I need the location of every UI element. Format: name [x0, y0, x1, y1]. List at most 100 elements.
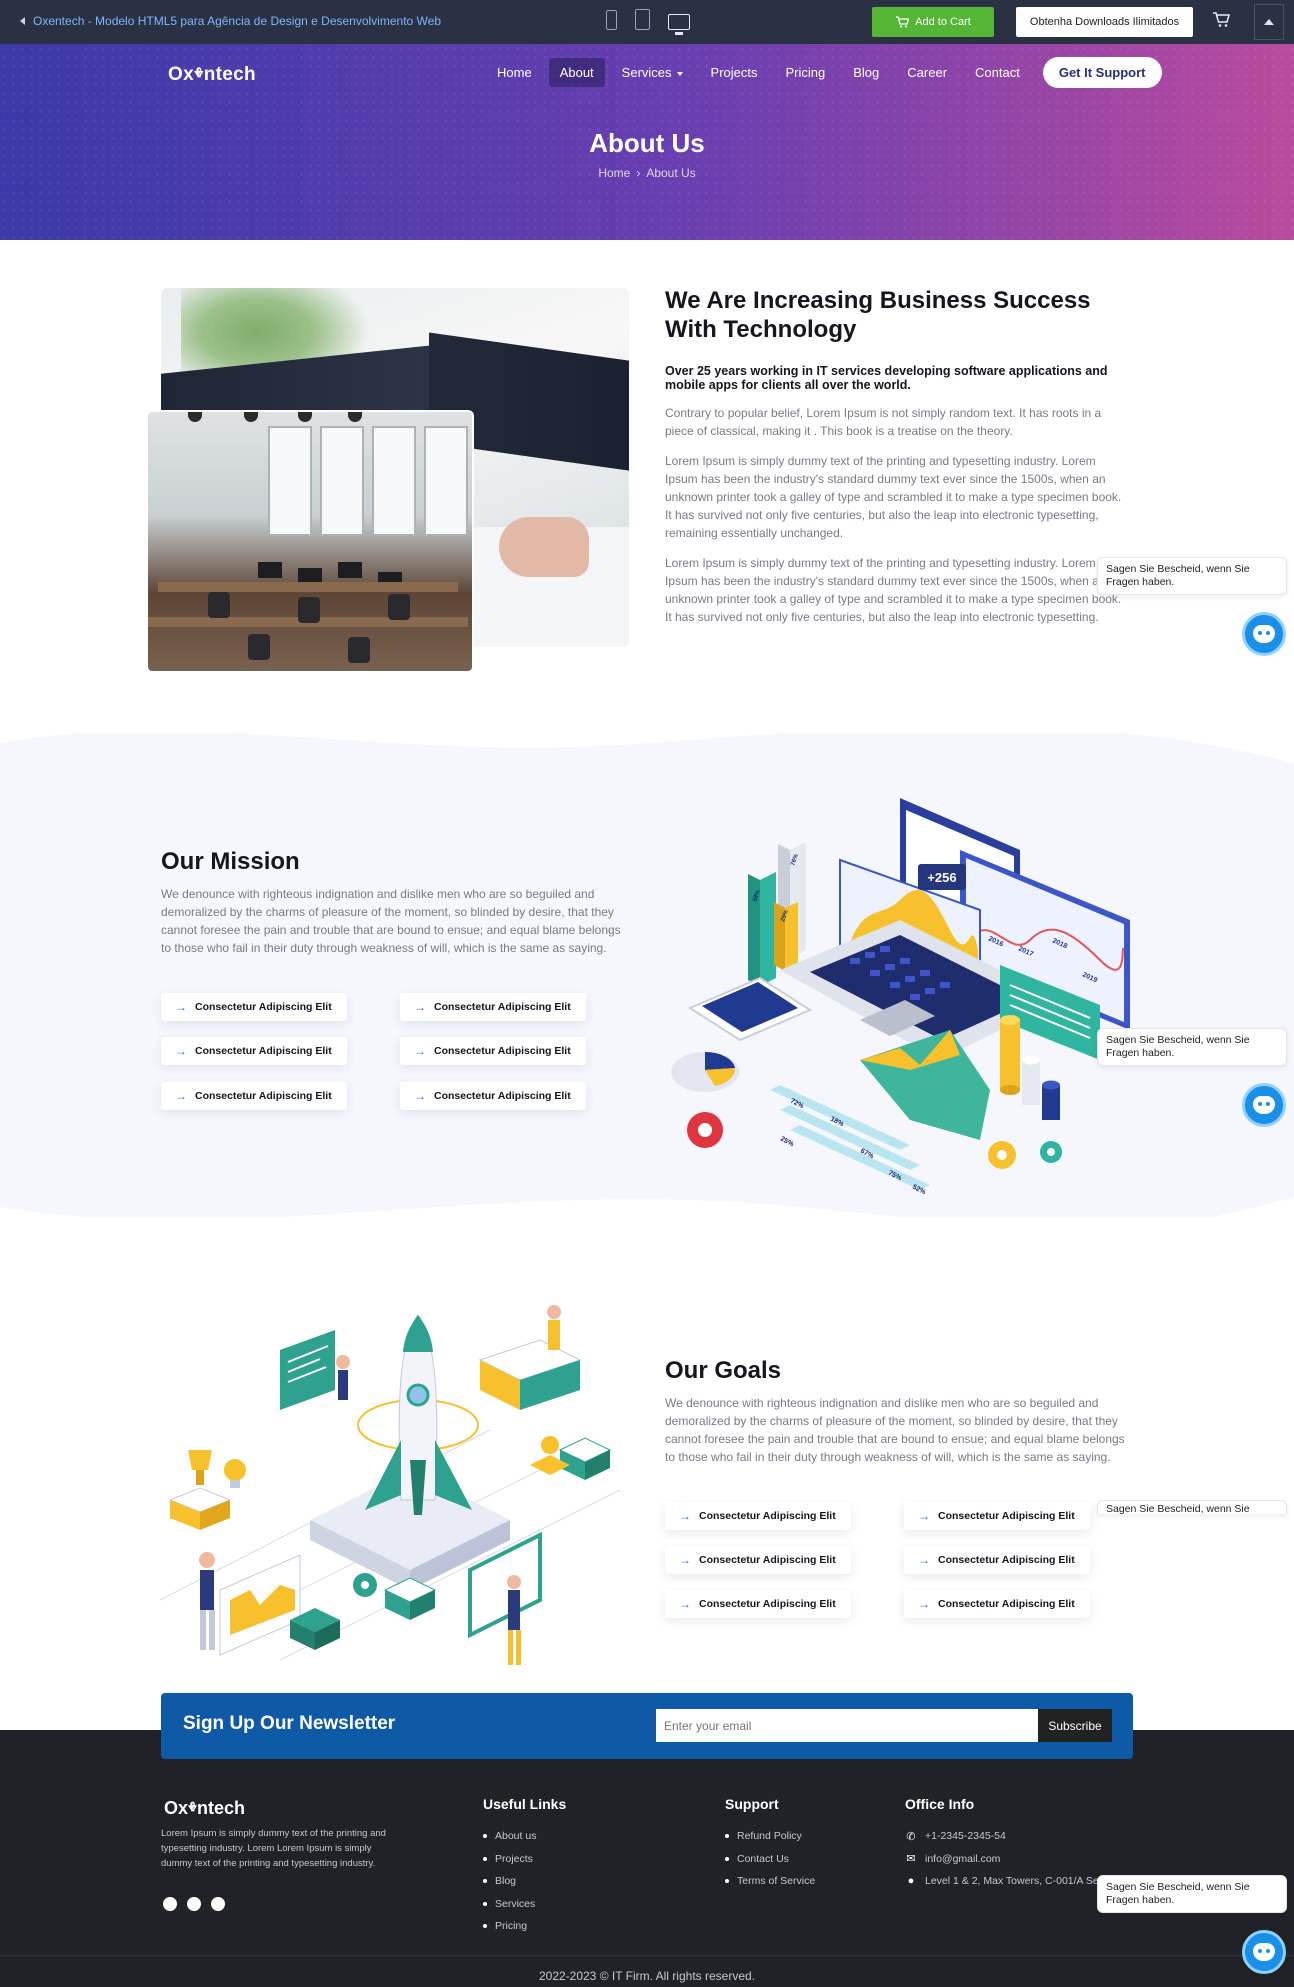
twitter-icon[interactable]	[187, 1897, 201, 1911]
about-content: We Are Increasing Business Success With …	[665, 286, 1130, 626]
useful-links-title: Useful Links	[483, 1796, 567, 1812]
footer-description: Lorem Ipsum is simply dummy text of the …	[161, 1828, 386, 1869]
chat-prompt[interactable]: Sagen Sie Bescheid, wenn Sie	[1097, 1500, 1287, 1514]
facebook-icon[interactable]	[163, 1897, 177, 1911]
footer-link[interactable]: Terms of Service	[725, 1870, 815, 1893]
cart-icon[interactable]	[1212, 12, 1230, 28]
footer-link[interactable]: Contact Us	[725, 1848, 815, 1871]
instagram-icon[interactable]	[211, 1897, 225, 1911]
mission-feature-chip: → Consectetur Adipiscing Elit	[161, 1082, 347, 1110]
arrow-right-icon: →	[175, 1089, 187, 1103]
newsletter-banner: Sign Up Our Newsletter Subscribe	[161, 1693, 1133, 1759]
support-links-list: Refund Policy Contact Us Terms of Servic…	[725, 1825, 815, 1893]
footer-logo[interactable]: Oxⰷntech	[164, 1798, 245, 1819]
goals-feature-label: Consectetur Adipiscing Elit	[938, 1598, 1075, 1610]
nav-pricing[interactable]: Pricing	[775, 58, 837, 87]
arrow-right-icon: →	[414, 1044, 426, 1058]
location-pin-icon: ●	[907, 1875, 915, 1888]
get-support-button[interactable]: Get It Support	[1042, 57, 1162, 88]
arrow-right-icon: →	[414, 1089, 426, 1103]
about-paragraph: Lorem Ipsum is simply dummy text of the …	[665, 454, 1122, 540]
about-paragraph: Contrary to popular belief, Lorem Ipsum …	[665, 406, 1102, 438]
mission-feature-chip: → Consectetur Adipiscing Elit	[161, 1037, 347, 1065]
mission-feature-label: Consectetur Adipiscing Elit	[195, 1090, 332, 1102]
about-paragraph: Lorem Ipsum is simply dummy text of the …	[665, 556, 1122, 624]
scroll-up-icon	[1264, 19, 1274, 25]
office-interior-image	[146, 410, 474, 673]
footer-link[interactable]: Blog	[483, 1870, 536, 1893]
arrow-right-icon: →	[414, 1000, 426, 1014]
desktop-device-icon[interactable]	[668, 14, 690, 35]
add-to-cart-button[interactable]: Add to Cart	[872, 7, 994, 37]
arrow-right-icon: →	[175, 1000, 187, 1014]
scroll-up-button[interactable]	[1254, 4, 1284, 40]
main-nav: Home About Services Projects Pricing Blo…	[486, 57, 1162, 88]
footer-link-label: About us	[495, 1830, 537, 1843]
nav-contact[interactable]: Contact	[964, 58, 1031, 87]
mission-title: Our Mission	[161, 848, 300, 875]
startup-rocket-illustration	[160, 1305, 621, 1665]
footer-link[interactable]: Refund Policy	[725, 1825, 815, 1848]
downloads-label: Obtenha Downloads Ilimitados	[1029, 16, 1180, 28]
arrow-right-icon: →	[918, 1553, 930, 1567]
goals-feature-chip: → Consectetur Adipiscing Elit	[665, 1546, 851, 1574]
site-logo[interactable]: Oxⰷntech	[168, 64, 256, 86]
chat-bot-button[interactable]	[1242, 1930, 1286, 1974]
footer-link[interactable]: About us	[483, 1825, 536, 1848]
newsletter-title: Sign Up Our Newsletter	[183, 1713, 396, 1734]
office-email-value: info@gmail.com	[925, 1852, 1001, 1865]
goals-feature-label: Consectetur Adipiscing Elit	[699, 1510, 836, 1522]
back-link-label: Oxentech - Modelo HTML5 para Agência de …	[33, 14, 441, 28]
goals-feature-chip: → Consectetur Adipiscing Elit	[904, 1546, 1090, 1574]
nav-blog[interactable]: Blog	[842, 58, 890, 87]
chat-prompt[interactable]: Sagen Sie Bescheid, wenn Sie Fragen habe…	[1097, 1875, 1287, 1913]
office-phone[interactable]: ✆ +1-2345-2345-54	[905, 1825, 1141, 1848]
chat-bot-button[interactable]	[1242, 1083, 1286, 1127]
footer-link[interactable]: Projects	[483, 1848, 536, 1871]
goals-feature-label: Consectetur Adipiscing Elit	[938, 1554, 1075, 1566]
chat-bot-icon	[1253, 1096, 1275, 1114]
downloads-button[interactable]: Obtenha Downloads Ilimitados	[1016, 7, 1193, 37]
breadcrumb-current: About Us	[646, 166, 696, 180]
page-hero: Oxⰷntech Home About Services Projects Pr…	[0, 44, 1294, 240]
subscribe-button[interactable]: Subscribe	[1038, 1709, 1112, 1742]
site-footer: Oxⰷntech Lorem Ipsum is simply dummy tex…	[0, 1730, 1294, 1987]
goals-feature-chip: → Consectetur Adipiscing Elit	[665, 1590, 851, 1618]
mission-feature-label: Consectetur Adipiscing Elit	[434, 1001, 571, 1013]
goals-body: We denounce with righteous indignation a…	[665, 1396, 1125, 1464]
newsletter-email-input[interactable]	[656, 1709, 1038, 1742]
back-link[interactable]: Oxentech - Modelo HTML5 para Agência de …	[20, 14, 441, 28]
nav-projects[interactable]: Projects	[700, 58, 769, 87]
footer-link[interactable]: Services	[483, 1893, 536, 1916]
tablet-device-icon[interactable]	[635, 9, 650, 30]
mission-feature-label: Consectetur Adipiscing Elit	[195, 1045, 332, 1057]
footer-link-label: Services	[495, 1897, 536, 1910]
chat-bot-button[interactable]	[1242, 612, 1286, 656]
analytics-illustration: +256 2016 2017 2018 2019 58% 76% 25% 72%…	[671, 798, 1130, 1195]
footer-divider	[0, 1955, 1294, 1956]
nav-home[interactable]: Home	[486, 58, 543, 87]
goals-feature-label: Consectetur Adipiscing Elit	[938, 1510, 1075, 1522]
about-lead: Over 25 years working in IT services dev…	[665, 364, 1108, 392]
mission-feature-chip: → Consectetur Adipiscing Elit	[161, 993, 347, 1021]
goals-feature-label: Consectetur Adipiscing Elit	[699, 1598, 836, 1610]
footer-link[interactable]: Pricing	[483, 1915, 536, 1938]
goals-feature-chip: → Consectetur Adipiscing Elit	[904, 1590, 1090, 1618]
preview-bar: Oxentech - Modelo HTML5 para Agência de …	[0, 0, 1294, 44]
chat-prompt[interactable]: Sagen Sie Bescheid, wenn Sie Fragen habe…	[1097, 1028, 1287, 1066]
nav-career[interactable]: Career	[896, 58, 958, 87]
office-email[interactable]: ✉ info@gmail.com	[905, 1848, 1141, 1871]
footer-link-label: Blog	[495, 1875, 517, 1888]
nav-about[interactable]: About	[548, 58, 605, 87]
arrow-right-icon: →	[679, 1509, 691, 1523]
goals-title: Our Goals	[665, 1357, 782, 1384]
nav-services[interactable]: Services	[611, 58, 694, 87]
mission-body: We denounce with righteous indignation a…	[161, 887, 621, 955]
footer-link-label: Terms of Service	[737, 1875, 816, 1888]
useful-links-list: About us Projects Blog Services Pricing	[483, 1825, 536, 1938]
goals-feature-label: Consectetur Adipiscing Elit	[699, 1554, 836, 1566]
breadcrumb-home[interactable]: Home	[598, 166, 630, 180]
chat-prompt[interactable]: Sagen Sie Bescheid, wenn Sie Fragen habe…	[1097, 557, 1287, 595]
copyright: 2022-2023 © IT Firm. All rights reserved…	[538, 1969, 756, 1983]
phone-device-icon[interactable]	[606, 10, 617, 30]
